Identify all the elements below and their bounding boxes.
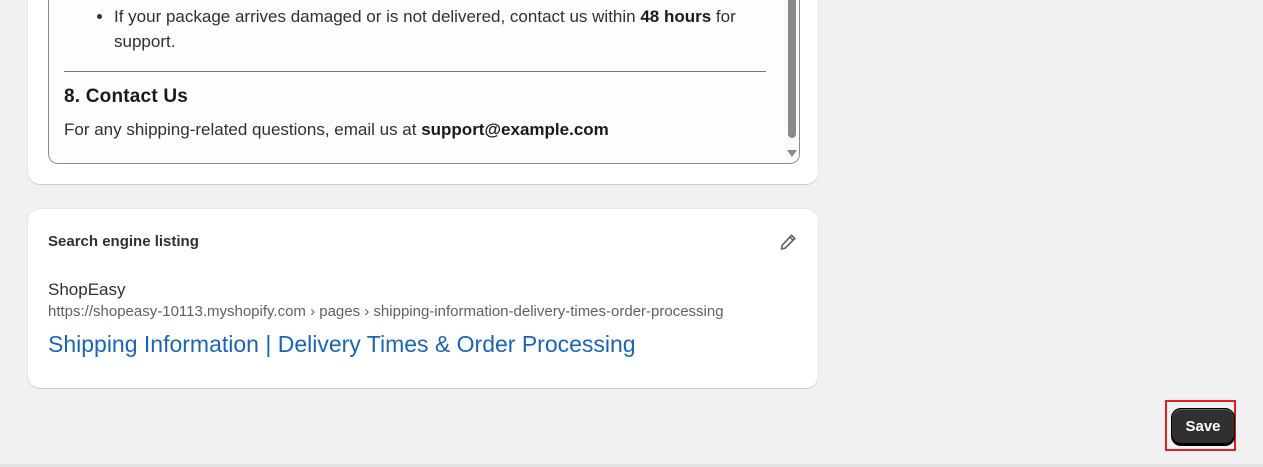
contact-paragraph: For any shipping-related questions, emai… <box>64 120 766 140</box>
list-item: If your package arrives damaged or is no… <box>114 4 766 54</box>
seo-card-title: Search engine listing <box>48 233 199 250</box>
save-button[interactable]: Save <box>1171 408 1235 444</box>
seo-url: https://shopeasy-10113.myshopify.com › p… <box>48 303 724 320</box>
seo-page-title: Shipping Information | Delivery Times & … <box>48 331 636 357</box>
rich-text-editor[interactable]: If your package arrives damaged or is no… <box>48 0 800 164</box>
editor-scrollbar[interactable] <box>785 0 799 163</box>
seo-store-name: ShopEasy <box>48 280 126 299</box>
pencil-icon[interactable] <box>778 232 798 252</box>
bullet-text-before: If your package arrives damaged or is no… <box>114 7 641 26</box>
scroll-down-arrow-icon[interactable] <box>787 150 797 157</box>
contact-heading: 8. Contact Us <box>64 86 189 107</box>
page-content-card: If your package arrives damaged or is no… <box>28 0 818 184</box>
search-engine-listing-card: Search engine listing ShopEasy https://s… <box>28 209 818 388</box>
contact-email: support@example.com <box>421 120 609 139</box>
horizontal-rule <box>64 71 766 72</box>
scrollbar-thumb[interactable] <box>788 0 796 138</box>
bullet-list: If your package arrives damaged or is no… <box>64 4 766 54</box>
bullet-bold-text: 48 hours <box>640 7 712 26</box>
contact-text: For any shipping-related questions, emai… <box>64 120 422 139</box>
editor-content[interactable]: If your package arrives damaged or is no… <box>64 4 766 140</box>
